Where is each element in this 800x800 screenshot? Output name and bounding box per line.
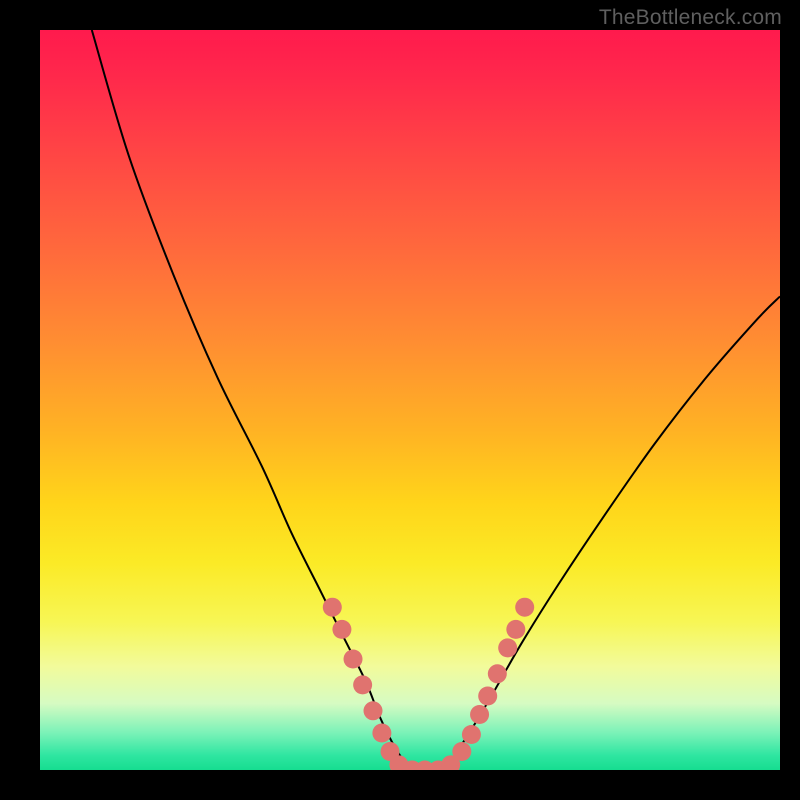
data-dot	[498, 638, 517, 657]
data-dot	[364, 701, 383, 720]
data-dot	[344, 650, 363, 669]
right-curve-path	[454, 296, 780, 755]
plot-area	[40, 30, 780, 770]
data-dot	[470, 705, 489, 724]
data-dot	[323, 598, 342, 617]
data-dot	[452, 742, 471, 761]
data-dot	[506, 620, 525, 639]
dots-group	[323, 598, 534, 770]
data-dot	[332, 620, 351, 639]
watermark-text: TheBottleneck.com	[599, 6, 782, 30]
data-dot	[478, 687, 497, 706]
curve-layer	[40, 30, 780, 770]
data-dot	[353, 675, 372, 694]
data-dot	[515, 598, 534, 617]
data-dot	[372, 724, 391, 743]
data-dot	[488, 664, 507, 683]
data-dot	[462, 725, 481, 744]
chart-frame: TheBottleneck.com	[0, 0, 800, 800]
